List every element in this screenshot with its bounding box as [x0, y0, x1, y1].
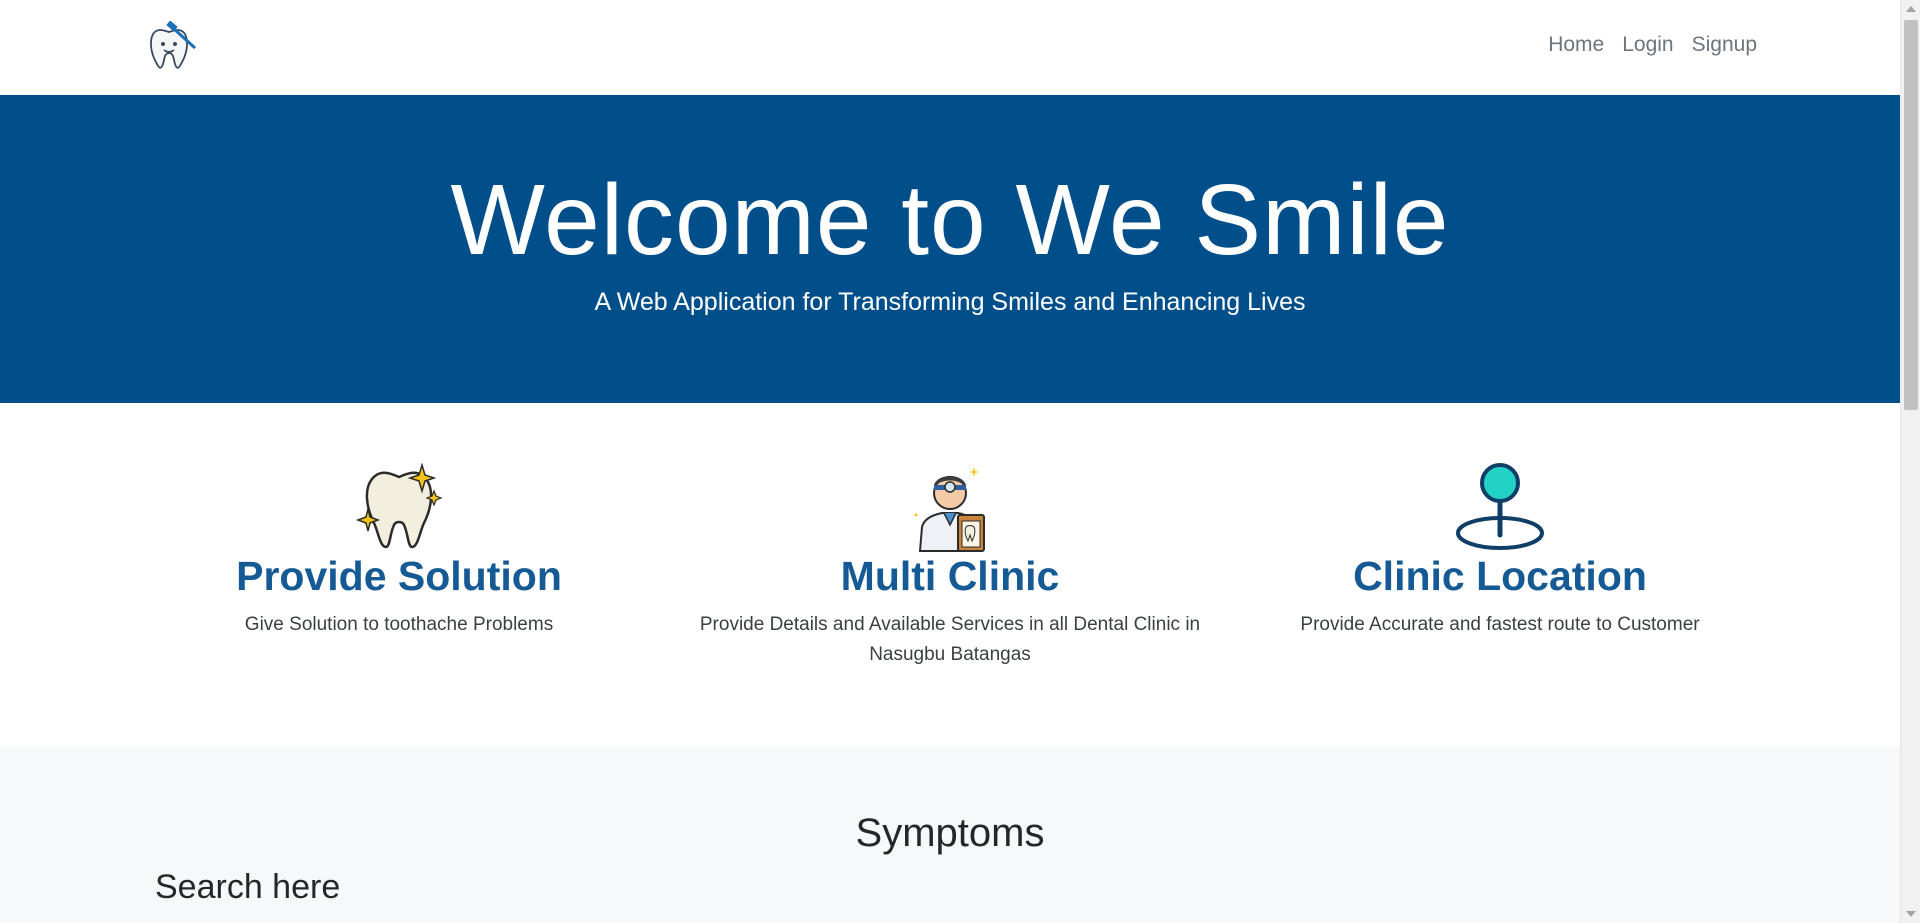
location-pin-icon [1230, 463, 1770, 553]
navbar: Home Login Signup [0, 0, 1900, 95]
feature-description: Provide Accurate and fastest route to Cu… [1300, 614, 1700, 636]
scrollbar-thumb[interactable] [1904, 20, 1918, 410]
hero-subtitle: A Web Application for Transforming Smile… [594, 288, 1306, 316]
feature-provide-solution: Provide Solution Give Solution to tootha… [129, 463, 669, 640]
feature-multi-clinic: Multi Clinic Provide Details and Availab… [680, 463, 1220, 671]
scroll-down-arrow-icon[interactable] [1906, 911, 1916, 917]
vertical-scrollbar[interactable] [1900, 0, 1920, 923]
nav-links: Home Login Signup [1548, 33, 1757, 57]
symptoms-section: Symptoms Search here [0, 747, 1900, 923]
nav-link-home[interactable]: Home [1548, 33, 1604, 57]
symptoms-title: Symptoms [855, 811, 1045, 855]
scroll-up-arrow-icon[interactable] [1906, 6, 1916, 12]
features-section: Provide Solution Give Solution to tootha… [0, 403, 1900, 747]
feature-description: Provide Details and Available Services i… [699, 614, 1201, 666]
feature-title: Multi Clinic [840, 553, 1060, 599]
feature-title: Provide Solution [236, 553, 562, 599]
nav-link-signup[interactable]: Signup [1692, 33, 1757, 57]
tooth-logo-icon[interactable] [143, 20, 199, 74]
nav-link-login[interactable]: Login [1622, 33, 1673, 57]
sparkling-tooth-icon [129, 463, 669, 553]
hero-banner: Welcome to We Smile A Web Application fo… [0, 95, 1900, 403]
feature-clinic-location: Clinic Location Provide Accurate and fas… [1230, 463, 1770, 640]
feature-description: Give Solution to toothache Problems [244, 614, 554, 636]
hero-title: Welcome to We Smile [450, 164, 1450, 276]
feature-title: Clinic Location [1353, 553, 1647, 599]
search-heading: Search here [155, 868, 341, 906]
dentist-icon [680, 463, 1220, 553]
